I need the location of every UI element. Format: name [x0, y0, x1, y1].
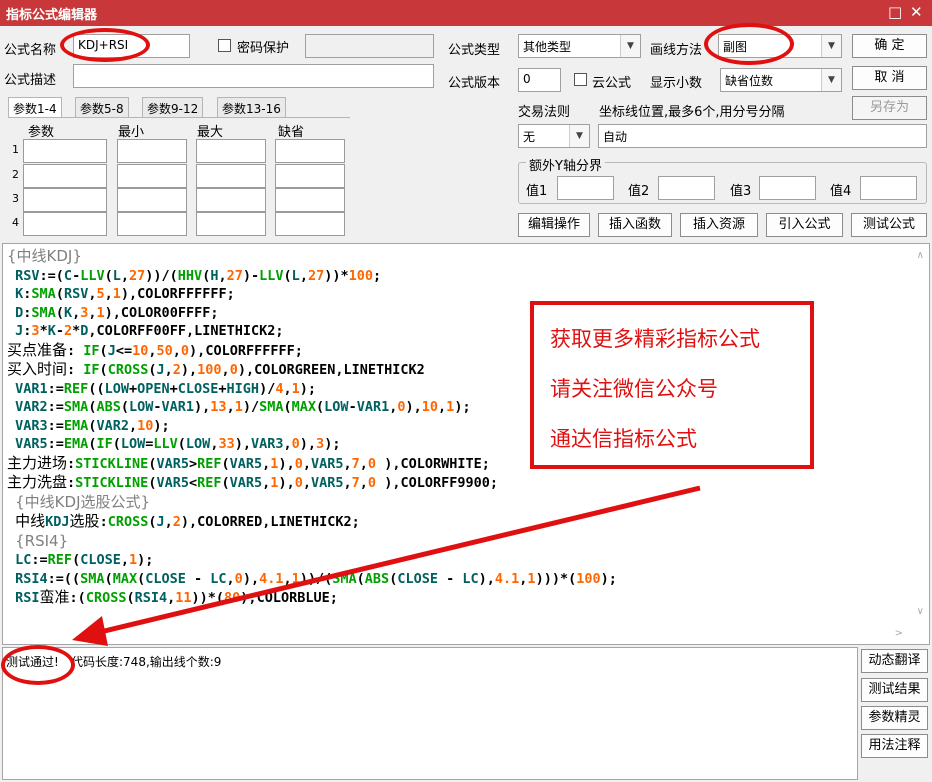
annotation-arrow: [72, 485, 701, 646]
